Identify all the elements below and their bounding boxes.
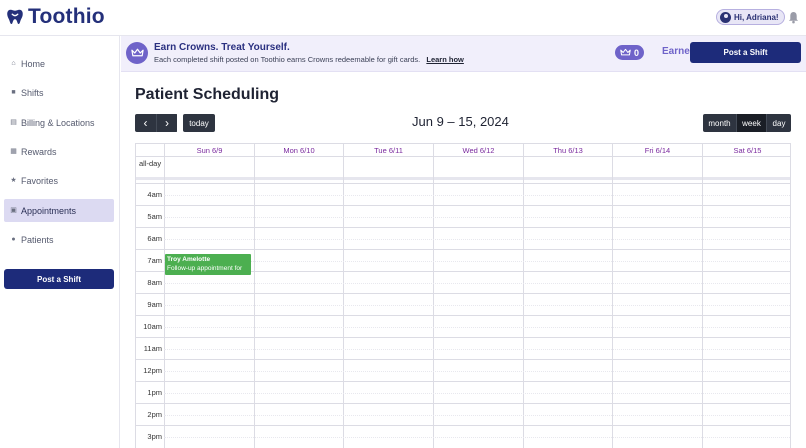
day-header[interactable]: Sat 6/15 — [702, 144, 790, 157]
crown-badge — [126, 42, 148, 64]
hour-label: 5am — [147, 212, 162, 221]
appointment-event[interactable]: Troy Amelotte Follow-up appointment for — [165, 254, 251, 275]
time-slot-row[interactable]: 4am — [136, 183, 790, 205]
time-slot-row[interactable]: 3pm — [136, 425, 790, 447]
hour-label: 3pm — [147, 432, 162, 441]
prev-week-button[interactable]: ‹ — [135, 114, 156, 132]
sidebar-item-label: Appointments — [21, 205, 77, 216]
calendar-header: Sun 6/9 Mon 6/10 Tue 6/11 Wed 6/12 Thu 6… — [136, 144, 790, 157]
tooth-logo-icon — [7, 9, 23, 24]
sidebar-item-label: Shifts — [21, 87, 44, 98]
sidebar-item-label: Favorites — [21, 175, 59, 186]
day-header[interactable]: Tue 6/11 — [343, 144, 433, 157]
time-slot-row[interactable]: 1pm — [136, 381, 790, 403]
card-icon: ▤ — [10, 119, 17, 126]
avatar-icon — [720, 11, 731, 23]
sidebar-item-patients[interactable]: ● Patients — [4, 228, 114, 251]
time-slot-row[interactable]: 6am — [136, 227, 790, 249]
user-greeting: Hi, Adriana! — [734, 12, 779, 22]
logo[interactable]: Toothio — [6, 5, 105, 29]
gift-icon: ▦ — [10, 148, 17, 155]
hour-label: 4am — [147, 190, 162, 199]
sidebar-item-label: Rewards — [21, 146, 57, 157]
page-title: Patient Scheduling — [135, 86, 280, 103]
day-header[interactable]: Wed 6/12 — [433, 144, 523, 157]
event-title: Troy Amelotte — [167, 256, 211, 263]
crown-icon — [620, 48, 631, 56]
sidebar-item-label: Billing & Locations — [21, 117, 95, 128]
banner-text: Each completed shift posted on Toothio e… — [154, 55, 464, 64]
learn-how-link[interactable]: Learn how — [426, 55, 464, 64]
top-bar: Toothio Hi, Adriana! — [0, 0, 806, 36]
next-week-button[interactable]: › — [156, 114, 177, 132]
week-view-button[interactable]: week — [736, 114, 766, 132]
day-header[interactable]: Sun 6/9 — [164, 144, 254, 157]
week-calendar: Sun 6/9 Mon 6/10 Tue 6/11 Wed 6/12 Thu 6… — [135, 143, 791, 448]
sidebar-item-label: Home — [21, 58, 46, 69]
date-range-title: Jun 9 – 15, 2024 — [412, 114, 509, 129]
calendar-icon: ▣ — [10, 207, 17, 214]
nav-button-group: ‹ › — [135, 114, 178, 132]
sidebar-item-label: Patients — [21, 234, 54, 245]
day-header[interactable]: Thu 6/13 — [523, 144, 612, 157]
banner-post-shift-button[interactable]: Post a Shift — [690, 42, 801, 63]
banner-title: Earn Crowns. Treat Yourself. — [154, 42, 290, 53]
home-icon: ⌂ — [11, 60, 16, 67]
app-name: Toothio — [28, 5, 105, 28]
time-slot-row[interactable]: 5am — [136, 205, 790, 227]
hour-label: 1pm — [147, 388, 162, 397]
chevron-right-icon: › — [165, 116, 169, 130]
crowns-count: 0 — [634, 47, 640, 58]
all-day-row[interactable]: all-day — [136, 157, 790, 180]
all-day-label: all-day — [139, 159, 163, 169]
today-button[interactable]: today — [183, 114, 215, 132]
hour-label: 11am — [143, 344, 162, 353]
hour-label: 6am — [147, 234, 162, 243]
time-slot-row[interactable]: 10am — [136, 315, 790, 337]
sidebar-item-rewards[interactable]: ▦ Rewards — [4, 140, 114, 163]
sidebar-item-appointments[interactable]: ▣ Appointments — [4, 199, 114, 222]
user-menu-button[interactable]: Hi, Adriana! — [716, 9, 785, 25]
sidebar-item-home[interactable]: ⌂ Home — [4, 52, 114, 75]
hour-label: 9am — [147, 300, 162, 309]
rewards-banner: Earn Crowns. Treat Yourself. Each comple… — [121, 36, 806, 72]
chevron-left-icon: ‹ — [143, 116, 148, 130]
crowns-count-badge: 0 — [615, 45, 645, 60]
sidebar-item-favorites[interactable]: ★ Favorites — [4, 169, 114, 192]
month-view-button[interactable]: month — [703, 114, 736, 132]
day-header[interactable]: Fri 6/14 — [612, 144, 702, 157]
crown-icon — [130, 48, 144, 57]
briefcase-icon: ■ — [11, 89, 16, 96]
hour-label: 8am — [147, 278, 162, 287]
person-icon: ● — [11, 236, 16, 243]
time-slot-row[interactable]: 2pm — [136, 403, 790, 425]
banner-description: Each completed shift posted on Toothio e… — [154, 55, 421, 64]
hour-label: 12pm — [143, 366, 162, 375]
hour-label: 2pm — [147, 410, 162, 419]
day-view-button[interactable]: day — [766, 114, 791, 132]
time-slot-row[interactable]: 12pm — [136, 359, 790, 381]
hour-label: 10am — [143, 322, 162, 331]
all-day-text: all-day — [139, 159, 162, 168]
sidebar-item-billing[interactable]: ▤ Billing & Locations — [4, 111, 114, 134]
star-icon: ★ — [10, 177, 17, 184]
time-slot-row[interactable]: 9am — [136, 293, 790, 315]
sidebar-post-shift-button[interactable]: Post a Shift — [4, 269, 114, 289]
day-header[interactable]: Mon 6/10 — [254, 144, 343, 157]
time-slot-row[interactable]: 11am — [136, 337, 790, 359]
event-description: Follow-up appointment for — [167, 265, 243, 272]
view-switcher: month week day — [703, 114, 791, 132]
hour-label: 7am — [147, 256, 162, 265]
bell-icon[interactable] — [788, 11, 799, 24]
sidebar: ⌂ Home ■ Shifts ▤ Billing & Locations ▦ … — [0, 36, 120, 448]
sidebar-item-shifts[interactable]: ■ Shifts — [4, 81, 114, 104]
